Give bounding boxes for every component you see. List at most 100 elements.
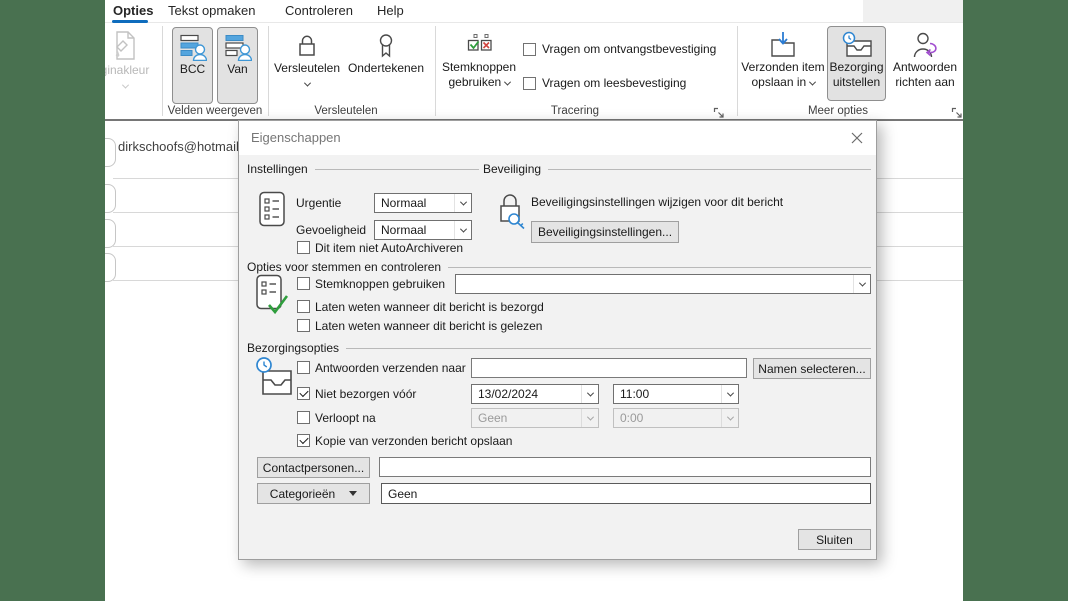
group-label-meer-opties: Meer opties	[807, 105, 869, 117]
bezorg-datum-combobox[interactable]: 13/02/2024	[471, 384, 599, 404]
vragen-ontvangst-label: Vragen om ontvangstbevestiging	[542, 42, 717, 56]
tab-help[interactable]: Help	[377, 3, 404, 21]
niet-bezorgen-checkbox[interactable]	[297, 387, 310, 400]
stemknoppen-label-line2: gebruiken	[448, 75, 511, 89]
bezorging-label-line2: uitstellen	[832, 75, 881, 89]
stemknoppen-label-line1: Stemknoppen	[441, 60, 517, 74]
versleutelen-button[interactable]: Versleutelen	[272, 24, 342, 116]
section-bezorging: Bezorgingsopties	[247, 341, 871, 355]
close-icon[interactable]	[843, 125, 871, 150]
delivery-tray-clock-icon	[253, 356, 295, 398]
sluiten-button[interactable]: Sluiten	[798, 529, 871, 550]
settings-list-icon	[259, 191, 285, 227]
direct-replies-person-icon	[910, 31, 940, 59]
van-toggle-button[interactable]: Van	[217, 27, 258, 104]
chevron-down-icon	[121, 81, 129, 89]
stemknoppen-checkbox[interactable]	[297, 277, 310, 290]
categorieen-input[interactable]	[381, 483, 871, 504]
meer-opties-dialog-launcher-icon[interactable]	[951, 107, 963, 119]
chevron-down-icon	[721, 385, 738, 403]
urgentie-label: Urgentie	[296, 196, 342, 210]
recipient-field-button[interactable]	[105, 184, 116, 213]
bezorging-uitstellen-button[interactable]: Bezorging uitstellen	[827, 26, 886, 101]
kopie-opslaan-label: Kopie van verzonden bericht opslaan	[315, 434, 513, 448]
recipient-field-button[interactable]	[105, 138, 116, 167]
antwoorden-verzenden-label: Antwoorden verzenden naar	[315, 361, 466, 375]
antwoorden-label-line2: richten aan	[895, 75, 955, 89]
namen-selecteren-button[interactable]: Namen selecteren...	[753, 358, 871, 379]
section-stemmen: Opties voor stemmen en controleren	[247, 260, 871, 274]
autoarchiveren-checkbox[interactable]	[297, 241, 310, 254]
stemknoppen-combobox[interactable]	[455, 274, 871, 294]
antwoorden-verzenden-checkbox[interactable]	[297, 361, 310, 374]
lock-icon	[293, 32, 321, 60]
chevron-down-icon	[454, 221, 471, 239]
triangle-down-icon	[349, 491, 358, 496]
group-separator	[162, 26, 163, 116]
vragen-ontvangst-checkbox[interactable]	[523, 43, 536, 56]
security-lock-key-icon	[495, 189, 527, 231]
bezorgd-checkbox[interactable]	[297, 300, 310, 313]
ondertekenen-button[interactable]: Ondertekenen	[344, 24, 428, 116]
bezorg-tijd-combobox[interactable]: 11:00	[613, 384, 739, 404]
chevron-down-icon	[808, 78, 816, 86]
tab-tekst-opmaken[interactable]: Tekst opmaken	[168, 3, 255, 21]
contactpersonen-button[interactable]: Contactpersonen...	[257, 457, 370, 478]
voting-tracking-icon	[255, 274, 291, 318]
bezorging-label-line1: Bezorging	[829, 60, 884, 74]
contactpersonen-input[interactable]	[379, 457, 871, 477]
desktop: { "colors": { "desktop_green": "#497150"…	[0, 0, 1068, 601]
chevron-down-icon	[721, 409, 738, 427]
antwoorden-richten-button[interactable]: Antwoorden richten aan	[888, 24, 962, 116]
chevron-down-icon	[454, 194, 471, 212]
paginakleur-button[interactable]: ginakleur	[105, 24, 165, 116]
save-sent-folder-icon	[768, 31, 798, 59]
beveiliging-text: Beveiligingsinstellingen wijzigen voor d…	[531, 195, 784, 209]
verloop-datum-combobox: Geen	[471, 408, 599, 428]
page-color-icon	[112, 30, 138, 62]
kopie-opslaan-checkbox[interactable]	[297, 434, 310, 447]
categorieen-button[interactable]: Categorieën	[257, 483, 370, 504]
recipient-field-button[interactable]	[105, 219, 116, 248]
autoarchiveren-label: Dit item niet AutoArchiveren	[315, 241, 464, 255]
van-label: Van	[227, 62, 248, 76]
verzonden-item-opslaan-button[interactable]: Verzonden item opslaan in	[739, 24, 827, 116]
delay-delivery-icon	[839, 31, 875, 59]
vragen-lees-label: Vragen om leesbevestiging	[542, 76, 687, 90]
bcc-toggle-button[interactable]: BCC	[172, 27, 213, 104]
verloopt-label: Verloopt na	[315, 411, 376, 425]
antwoorden-verzenden-input[interactable]	[471, 358, 747, 378]
dialog-titlebar[interactable]: Eigenschappen	[239, 121, 876, 155]
gevoeligheid-label: Gevoeligheid	[296, 223, 367, 237]
stemknoppen-gebruiken-button[interactable]: Stemknoppen gebruiken	[438, 24, 520, 116]
gelezen-label: Laten weten wanneer dit bericht is gelez…	[315, 319, 543, 333]
section-beveiliging: Beveiliging	[483, 162, 871, 176]
ribbon-tab-row: Opties Tekst opmaken Controleren Help	[105, 0, 963, 23]
verzonden-label-line2: opslaan in	[751, 75, 816, 89]
tab-opties[interactable]: Opties	[113, 3, 153, 21]
urgentie-combobox[interactable]: Normaal	[374, 193, 472, 213]
ribbon: ginakleur BCC Van Velden weergeven Versl…	[105, 23, 963, 121]
bcc-label: BCC	[179, 62, 206, 76]
gelezen-checkbox[interactable]	[297, 319, 310, 332]
niet-bezorgen-label: Niet bezorgen vóór	[315, 387, 417, 401]
recipient-field-button[interactable]	[105, 253, 116, 282]
ondertekenen-label: Ondertekenen	[347, 61, 425, 75]
stemknoppen-label: Stemknoppen gebruiken	[315, 277, 446, 291]
verloop-tijd-combobox: 0:00	[613, 408, 739, 428]
verzonden-label-line1: Verzonden item	[741, 60, 825, 74]
versleutelen-label: Versleutelen	[273, 61, 341, 75]
vragen-lees-checkbox[interactable]	[523, 77, 536, 90]
gevoeligheid-combobox[interactable]: Normaal	[374, 220, 472, 240]
tracering-dialog-launcher-icon[interactable]	[713, 107, 725, 119]
group-label-velden-weergeven: Velden weergeven	[167, 105, 263, 117]
signature-badge-icon	[372, 32, 400, 60]
group-label-tracering: Tracering	[550, 105, 600, 117]
verloopt-checkbox[interactable]	[297, 411, 310, 424]
group-separator	[737, 26, 738, 116]
chevron-down-icon	[581, 409, 598, 427]
voting-buttons-icon	[465, 31, 493, 59]
tab-controleren[interactable]: Controleren	[285, 3, 353, 21]
beveiligingsinstellingen-button[interactable]: Beveiligingsinstellingen...	[531, 221, 679, 243]
group-label-versleutelen: Versleutelen	[314, 105, 378, 117]
